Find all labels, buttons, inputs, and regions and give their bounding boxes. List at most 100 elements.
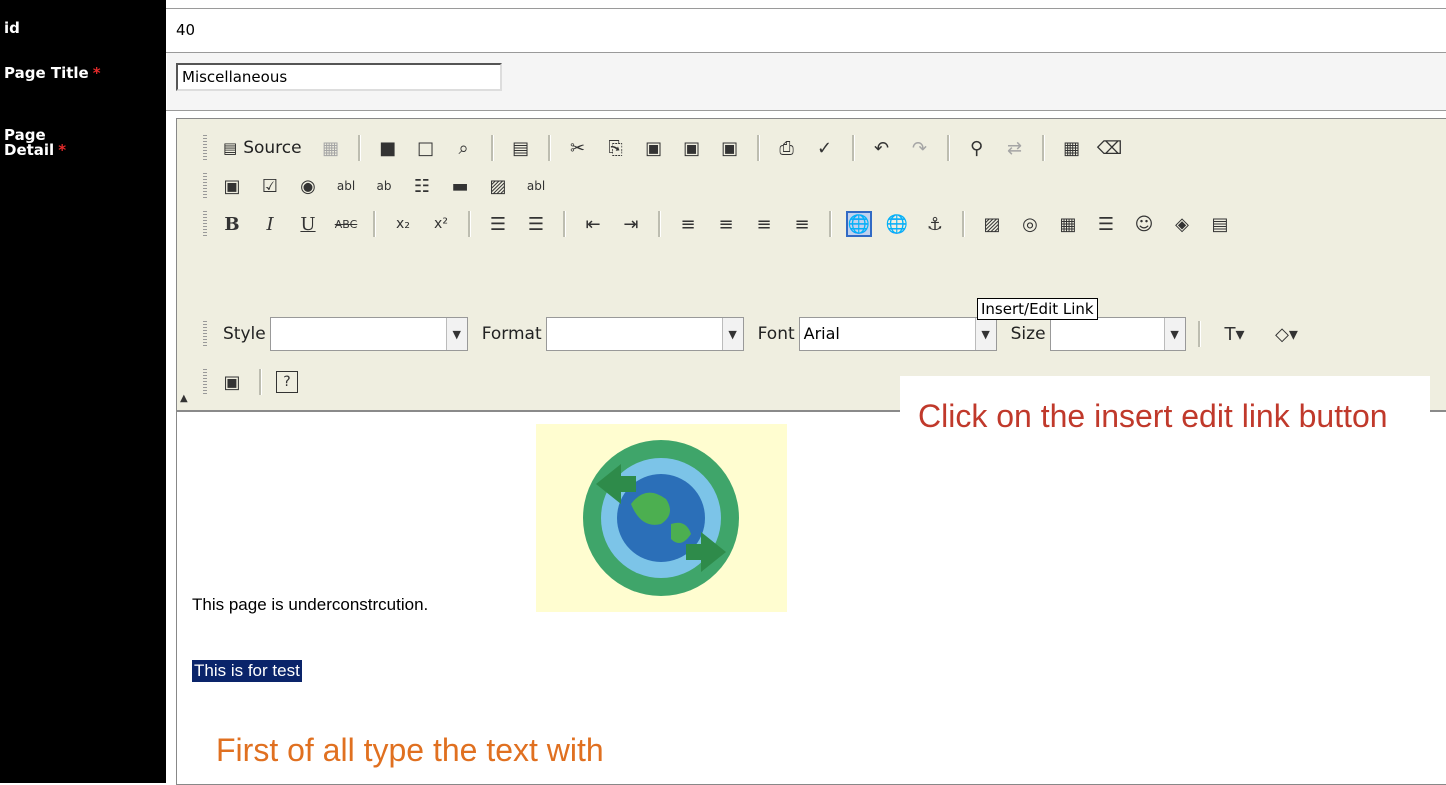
recycle-globe-image (536, 424, 787, 612)
style-select[interactable]: ▼ (269, 317, 468, 351)
unlink-icon[interactable]: 🌐 (884, 211, 910, 237)
horizontal-rule-icon[interactable]: ☰ (1093, 211, 1119, 237)
text-color-icon[interactable]: T▾ (1215, 321, 1255, 347)
toolbar-row-4: Style ▼ Format ▼ Font Arial ▼ Size ▼ T▾ ◇… (203, 317, 1313, 351)
toolbar-row-1: ▤ Source ▦ ■ □ ⌕ ▤ ✂ ⎘ ▣ ▣ ▣ ⎙ ✓ ↶ ↷ ⚲ ⇄ … (203, 131, 1129, 165)
page-title-input[interactable] (176, 63, 502, 91)
remove-format-icon[interactable]: ⌫ (1097, 135, 1123, 161)
copy-icon[interactable]: ⎘ (603, 135, 629, 161)
maximize-icon[interactable]: ▣ (219, 369, 245, 395)
format-select[interactable]: ▼ (545, 317, 744, 351)
spellcheck-icon[interactable]: ✓ (812, 135, 838, 161)
id-value: 40 (176, 21, 196, 39)
textarea-icon[interactable]: ab (371, 173, 397, 199)
format-combo: Format ▼ (476, 317, 744, 351)
source-button[interactable]: ▤ Source (219, 135, 306, 161)
preview-icon[interactable]: ⌕ (451, 135, 477, 161)
help-icon[interactable]: ? (276, 371, 298, 393)
save-icon[interactable]: ■ (375, 135, 401, 161)
required-mark: * (92, 64, 101, 82)
size-combo: Size ▼ (1005, 317, 1186, 351)
underline-icon[interactable]: U (295, 211, 321, 237)
document-icon[interactable]: ▤ (508, 135, 534, 161)
print-icon[interactable]: ⎙ (774, 135, 800, 161)
cut-icon[interactable]: ✂ (565, 135, 591, 161)
selected-text[interactable]: This is for test (192, 660, 302, 682)
rich-text-editor: ▤ Source ▦ ■ □ ⌕ ▤ ✂ ⎘ ▣ ▣ ▣ ⎙ ✓ ↶ ↷ ⚲ ⇄ … (176, 118, 1446, 785)
collapse-toolbar-icon[interactable]: ▲ (180, 393, 188, 404)
select-all-icon[interactable]: ▦ (1059, 135, 1085, 161)
special-char-icon[interactable]: ◈ (1169, 211, 1195, 237)
align-right-icon[interactable]: ≡ (751, 211, 777, 237)
image-icon[interactable]: ▨ (979, 211, 1005, 237)
paste-text-icon[interactable]: ▣ (679, 135, 705, 161)
chevron-down-icon[interactable]: ▼ (974, 318, 996, 350)
font-select[interactable]: Arial ▼ (798, 317, 997, 351)
background-color-icon[interactable]: ◇▾ (1267, 321, 1307, 347)
indent-icon[interactable]: ⇥ (618, 211, 644, 237)
font-combo: Font Arial ▼ (752, 317, 997, 351)
paste-icon[interactable]: ▣ (641, 135, 667, 161)
undo-icon[interactable]: ↶ (869, 135, 895, 161)
table-icon[interactable]: ▦ (1055, 211, 1081, 237)
insert-edit-link-button[interactable]: 🌐 (846, 211, 872, 237)
toolbar-row-2: ▣ ☑ ◉ abl ab ☷ ▬ ▨ abl (203, 169, 555, 203)
editor-toolbar: ▤ Source ▦ ■ □ ⌕ ▤ ✂ ⎘ ▣ ▣ ▣ ⎙ ✓ ↶ ↷ ⚲ ⇄ … (177, 119, 1446, 412)
chevron-down-icon[interactable]: ▼ (1163, 318, 1185, 350)
toolbar-grip (203, 211, 207, 237)
toolbar-row-5: ▣ ? (203, 365, 304, 399)
outdent-icon[interactable]: ⇤ (580, 211, 606, 237)
templates-icon[interactable]: ▦ (318, 135, 344, 161)
toolbar-grip (203, 321, 207, 347)
align-center-icon[interactable]: ≡ (713, 211, 739, 237)
annotation-type-text: First of all type the text with (216, 732, 604, 768)
chevron-down-icon[interactable]: ▼ (721, 318, 743, 350)
size-select[interactable]: ▼ (1049, 317, 1186, 351)
paste-word-icon[interactable]: ▣ (717, 135, 743, 161)
italic-icon[interactable]: I (257, 211, 283, 237)
bold-icon[interactable]: B (219, 211, 245, 237)
numbered-list-icon[interactable]: ☰ (485, 211, 511, 237)
find-icon[interactable]: ⚲ (964, 135, 990, 161)
subscript-icon[interactable]: x₂ (390, 211, 416, 237)
flash-icon[interactable]: ◎ (1017, 211, 1043, 237)
page-detail-label: Page Detail * (4, 126, 67, 159)
toolbar-grip (203, 173, 207, 199)
required-mark: * (58, 141, 67, 159)
style-combo: Style ▼ (217, 317, 468, 351)
recycle-globe-icon (583, 440, 739, 596)
image-button-icon[interactable]: ▨ (485, 173, 511, 199)
tooltip: Insert/Edit Link (977, 298, 1098, 320)
strikethrough-icon[interactable]: ABC (333, 211, 359, 237)
page-break-icon[interactable]: ▤ (1207, 211, 1233, 237)
style-label: Style (223, 324, 266, 344)
smiley-icon[interactable]: ☺ (1131, 211, 1157, 237)
text-field-icon[interactable]: abl (333, 173, 359, 199)
form-icon[interactable]: ▣ (219, 173, 245, 199)
justify-icon[interactable]: ≡ (789, 211, 815, 237)
size-label: Size (1010, 324, 1046, 344)
format-label: Format (481, 324, 542, 344)
page-title-label: Page Title * (4, 64, 101, 82)
align-left-icon[interactable]: ≡ (675, 211, 701, 237)
redo-icon[interactable]: ↷ (907, 135, 933, 161)
new-page-icon[interactable]: □ (413, 135, 439, 161)
toolbar-row-3: B I U ABC x₂ x² ☰ ☰ ⇤ ⇥ ≡ ≡ ≡ ≡ 🌐 🌐 ⚓ ▨ … (203, 207, 1239, 241)
chevron-down-icon[interactable]: ▼ (445, 318, 467, 350)
checkbox-icon[interactable]: ☑ (257, 173, 283, 199)
toolbar-grip (203, 369, 207, 395)
bulleted-list-icon[interactable]: ☰ (523, 211, 549, 237)
content-paragraph[interactable]: This page is underconstrcution. (192, 595, 428, 615)
radio-icon[interactable]: ◉ (295, 173, 321, 199)
hidden-field-icon[interactable]: abl (523, 173, 549, 199)
anchor-icon[interactable]: ⚓ (922, 211, 948, 237)
row-divider (166, 8, 1446, 9)
annotation-insert-link: Click on the insert edit link button (918, 398, 1388, 434)
row-divider (166, 52, 1446, 53)
button-field-icon[interactable]: ▬ (447, 173, 473, 199)
superscript-icon[interactable]: x² (428, 211, 454, 237)
replace-icon[interactable]: ⇄ (1002, 135, 1028, 161)
row-divider (166, 110, 1446, 111)
select-field-icon[interactable]: ☷ (409, 173, 435, 199)
toolbar-grip (203, 135, 207, 161)
